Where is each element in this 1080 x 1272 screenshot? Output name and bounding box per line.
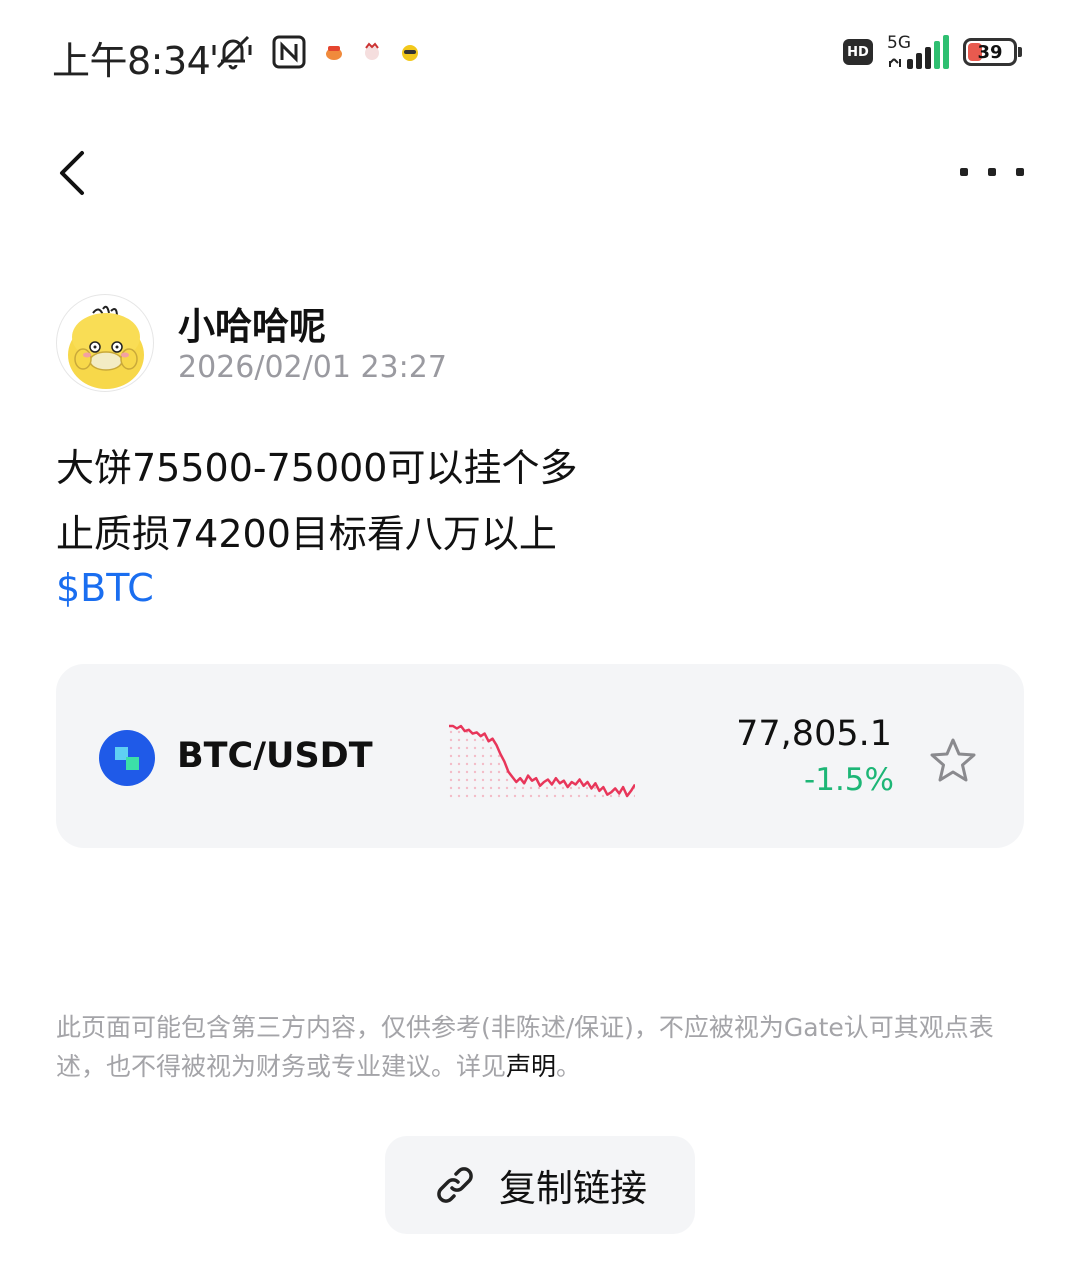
pair-label: BTC/USDT bbox=[177, 736, 373, 776]
favorite-button[interactable] bbox=[928, 736, 978, 784]
app-notification-icon-2 bbox=[365, 42, 379, 60]
author-name[interactable]: 小哈哈呢 bbox=[178, 296, 326, 350]
ticker-card[interactable]: BTC/USDT 77,805.1 -1.5% bbox=[56, 664, 1024, 848]
sparkline-area bbox=[449, 726, 635, 800]
disclaimer-end: 。 bbox=[556, 1052, 582, 1081]
disclaimer-link[interactable]: 声明 bbox=[506, 1052, 556, 1081]
copy-link-button[interactable]: 复制链接 bbox=[385, 1136, 695, 1234]
mute-bell-icon bbox=[212, 35, 252, 70]
post-line: 大饼75500-75000可以挂个多 bbox=[56, 446, 578, 490]
more-horizontal-icon bbox=[960, 168, 968, 176]
more-button[interactable] bbox=[960, 158, 1024, 186]
post-timestamp: 2026/02/01 23:27 bbox=[178, 350, 447, 385]
app-notification-icon-3 bbox=[402, 45, 418, 61]
post-body: 大饼75500-75000可以挂个多 止质损74200目标看八万以上 bbox=[56, 435, 577, 567]
link-icon bbox=[437, 1167, 473, 1203]
btc-tag-link[interactable]: $BTC bbox=[56, 566, 154, 610]
copy-link-label: 复制链接 bbox=[499, 1167, 647, 1210]
status-icons-left bbox=[212, 32, 420, 72]
ticker-price: 77,805.1 bbox=[736, 714, 892, 754]
sparkline-chart bbox=[449, 724, 635, 800]
avatar[interactable] bbox=[56, 294, 154, 392]
chevron-left-icon bbox=[60, 151, 84, 195]
ticker-change: -1.5% bbox=[804, 762, 894, 798]
status-time: 上午8:34 bbox=[52, 39, 211, 83]
app-notification-icon-1 bbox=[326, 46, 342, 60]
status-bar: 上午8:34 HD 5G 39 bbox=[0, 0, 1080, 100]
status-icons-right: HD 5G 39 bbox=[843, 32, 1022, 72]
battery-level: 39 bbox=[977, 41, 1003, 63]
back-button[interactable] bbox=[50, 145, 100, 201]
nfc-icon bbox=[272, 35, 306, 69]
post-line: 止质损74200目标看八万以上 bbox=[56, 512, 557, 556]
battery-icon: 39 bbox=[963, 38, 1017, 66]
coin-icon bbox=[99, 730, 155, 786]
star-icon bbox=[930, 738, 976, 782]
signal-icon: 5G bbox=[887, 33, 949, 69]
disclaimer: 此页面可能包含第三方内容，仅供参考(非陈述/保证)，不应被视为Gate认可其观点… bbox=[56, 1008, 1031, 1086]
hd-badge: HD bbox=[843, 39, 873, 65]
